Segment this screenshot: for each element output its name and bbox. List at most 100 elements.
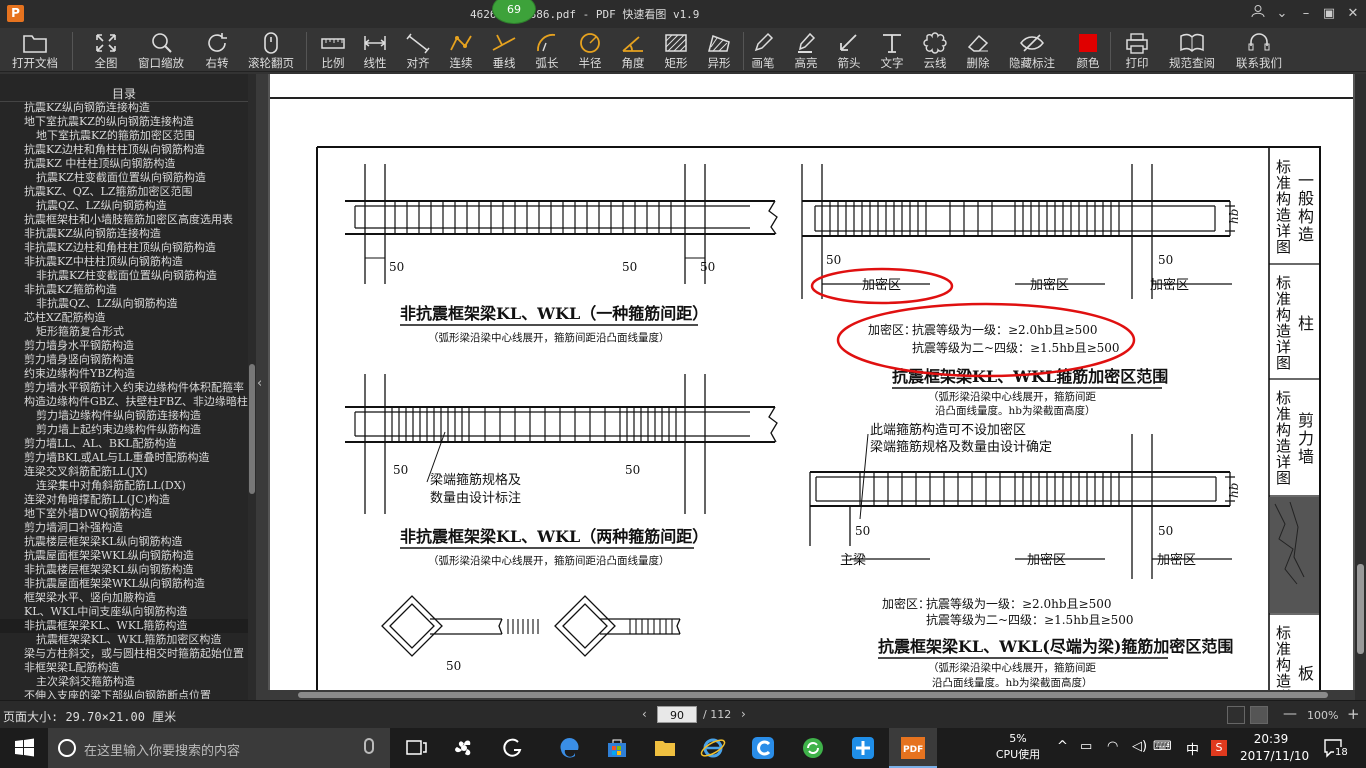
battery-icon[interactable]: ▭ — [1080, 739, 1092, 754]
taskbar-app-fan[interactable] — [440, 728, 488, 768]
tool-color[interactable]: 颜色 — [1066, 30, 1110, 72]
annotation-ellipse-requirement[interactable] — [836, 302, 1136, 378]
toc-item[interactable]: 连梁交叉斜筋配筋LL(JX) — [0, 465, 248, 479]
toc-item[interactable]: 剪力墙LL、AL、BKL配筋构造 — [0, 437, 248, 451]
toc-item[interactable]: 剪力墙身竖向钢筋构造 — [0, 353, 248, 367]
toc-item[interactable]: 抗震KZ柱变截面位置纵向钢筋构造 — [0, 171, 248, 185]
taskbar-app-pdf-viewer[interactable]: PDF — [889, 728, 937, 768]
toc-item[interactable]: 抗震KZ、QZ、LZ箍筋加密区范围 — [0, 185, 248, 199]
tool-fit[interactable]: 全图 — [84, 30, 128, 72]
document-viewport[interactable]: 标准构造详图一般构造标准构造详图柱标准构造详图剪力墙标准构造详图板 50 50 … — [268, 74, 1355, 690]
view-continuous-button[interactable] — [1227, 706, 1245, 724]
toc-item[interactable]: 主次梁斜交箍筋构造 — [0, 675, 248, 689]
volume-icon[interactable]: ◁) — [1132, 739, 1147, 754]
keyboard-icon[interactable]: ⌨ — [1153, 739, 1172, 754]
toc-item[interactable]: 抗震KZ 中柱柱顶纵向钢筋构造 — [0, 157, 248, 171]
toc-scrollbar[interactable] — [248, 74, 256, 700]
tool-hide[interactable]: 隐藏标注 — [1009, 30, 1055, 72]
toc-item[interactable]: 抗震框架梁KL、WKL箍筋加密区构造 — [0, 633, 248, 647]
document-horizontal-scrollbar[interactable] — [268, 690, 1355, 700]
toc-item[interactable]: 非抗震楼层框架梁KL纵向钢筋构造 — [0, 563, 248, 577]
vertical-scrollbar-thumb[interactable] — [1357, 564, 1364, 654]
tool-open[interactable]: 打开文档 — [12, 30, 58, 72]
toc-scrollbar-thumb[interactable] — [249, 364, 255, 494]
taskbar-search[interactable]: 在这里输入你要搜索的内容 — [48, 728, 390, 768]
menu-chevron-icon[interactable]: ⌄ — [1272, 4, 1292, 24]
toc-item[interactable]: 非抗震KZ箍筋构造 — [0, 283, 248, 297]
toc-item[interactable]: 非抗震KZ中柱柱顶纵向钢筋构造 — [0, 255, 248, 269]
document-vertical-scrollbar[interactable] — [1355, 74, 1366, 700]
toc-item[interactable]: 抗震KZ边柱和角柱柱顶纵向钢筋构造 — [0, 143, 248, 157]
taskbar-app-ie[interactable] — [689, 728, 737, 768]
toc-item[interactable]: 地下室外墙DWQ钢筋构造 — [0, 507, 248, 521]
taskbar-app-sogou[interactable] — [739, 728, 787, 768]
toc-item[interactable]: 非框架梁L配筋构造 — [0, 661, 248, 675]
tool-rotate[interactable]: 右转 — [195, 30, 239, 72]
toc-item[interactable]: 框架梁水平、竖向加腋构造 — [0, 591, 248, 605]
toc-item[interactable]: 抗震楼层框架梁KL纵向钢筋构造 — [0, 535, 248, 549]
toc-item[interactable]: 约束边缘构件YBZ构造 — [0, 367, 248, 381]
tool-delete[interactable]: 删除 — [956, 30, 1000, 72]
ime-indicator[interactable]: 中 — [1186, 739, 1199, 758]
tray-expand-icon[interactable]: ^ — [1057, 739, 1068, 754]
sogou-ime-icon[interactable]: S — [1211, 740, 1227, 756]
toc-item[interactable]: 非抗震KZ纵向钢筋连接构造 — [0, 227, 248, 241]
horizontal-scrollbar-thumb[interactable] — [298, 692, 1328, 698]
action-center-button[interactable]: 18 — [1322, 736, 1349, 760]
user-icon[interactable] — [1248, 4, 1268, 24]
microphone-icon[interactable] — [364, 738, 374, 754]
toc-item[interactable]: 剪力墙水平钢筋计入约束边缘构件体积配箍率 — [0, 381, 248, 395]
taskbar-app-explorer[interactable] — [641, 728, 689, 768]
toc-item[interactable]: 抗震QZ、LZ纵向钢筋构造 — [0, 199, 248, 213]
toc-item[interactable]: 芯柱XZ配筋构造 — [0, 311, 248, 325]
cpu-usage-widget[interactable]: 5% CPU使用 — [990, 731, 1046, 763]
toc-item[interactable]: 非抗震框架梁KL、WKL箍筋构造 — [0, 619, 248, 633]
wifi-icon[interactable]: ◠ — [1107, 739, 1118, 754]
start-button[interactable] — [0, 728, 48, 768]
toc-item[interactable]: 非抗震KZ边柱和角柱柱顶纵向钢筋构造 — [0, 241, 248, 255]
tool-spec[interactable]: 规范查阅 — [1169, 30, 1215, 72]
toc-item[interactable]: 非抗震KZ柱变截面位置纵向钢筋构造 — [0, 269, 248, 283]
close-button[interactable]: ✕ — [1343, 4, 1363, 24]
zoom-out-button[interactable]: — — [1283, 706, 1297, 722]
toc-item[interactable]: 抗震框架柱和小墙肢箍筋加密区高度选用表 — [0, 213, 248, 227]
toc-item[interactable]: 抗震KZ纵向钢筋连接构造 — [0, 101, 248, 115]
toc-item[interactable]: 连梁集中对角斜筋配筋LL(DX) — [0, 479, 248, 493]
toc-item[interactable]: 梁与方柱斜交，或与圆柱相交时箍筋起始位置 — [0, 647, 248, 661]
toc-item[interactable]: 地下室抗震KZ的箍筋加密区范围 — [0, 129, 248, 143]
toc-item[interactable]: 地下室抗震KZ的纵向钢筋连接构造 — [0, 115, 248, 129]
view-single-button[interactable] — [1250, 706, 1268, 724]
toc-item[interactable]: 剪力墙身水平钢筋构造 — [0, 339, 248, 353]
toc-item[interactable]: 不伸入支座的梁下部纵向钢筋断点位置 — [0, 689, 248, 699]
task-view-button[interactable] — [392, 728, 440, 768]
page-number-input[interactable]: 90 — [657, 706, 697, 723]
next-page-button[interactable]: › — [741, 707, 746, 721]
toc-item[interactable]: 剪力墙边缘构件纵向钢筋连接构造 — [0, 409, 248, 423]
taskbar-app-edge[interactable] — [545, 728, 593, 768]
taskbar-app-360[interactable] — [789, 728, 837, 768]
taskbar-app-swirl[interactable] — [488, 728, 536, 768]
toc-item[interactable]: 非抗震屋面框架梁WKL纵向钢筋构造 — [0, 577, 248, 591]
toc-item[interactable]: 剪力墙上起约束边缘构件纵筋构造 — [0, 423, 248, 437]
tool-contact[interactable]: 联系我们 — [1236, 30, 1282, 72]
toc-item[interactable]: 剪力墙BKL或AL与LL重叠时配筋构造 — [0, 451, 248, 465]
maximize-button[interactable]: ▣ — [1319, 4, 1339, 24]
tool-window-zoom[interactable]: 窗口缩放 — [138, 30, 184, 72]
toc-item[interactable]: 抗震屋面框架梁WKL纵向钢筋构造 — [0, 549, 248, 563]
taskbar-app-store[interactable] — [593, 728, 641, 768]
tool-scroll-page[interactable]: 滚轮翻页 — [248, 30, 294, 72]
fig4-note-1: （弧形梁沿梁中心线展开，箍筋间距 — [928, 661, 1096, 674]
system-clock[interactable]: 20:39 2017/11/10 — [1240, 731, 1309, 765]
toc-item[interactable]: 非抗震QZ、LZ纵向钢筋构造 — [0, 297, 248, 311]
minimize-button[interactable]: – — [1296, 4, 1316, 24]
toc-item[interactable]: 剪力墙洞口补强构造 — [0, 521, 248, 535]
zoom-in-button[interactable]: + — [1347, 705, 1360, 723]
taskbar-app-tools[interactable] — [839, 728, 887, 768]
toc-item[interactable]: 连梁对角暗撑配筋LL(JC)构造 — [0, 493, 248, 507]
sidebar-collapse-handle[interactable]: ‹ — [256, 74, 268, 700]
prev-page-button[interactable]: ‹ — [642, 707, 647, 721]
tool-print[interactable]: 打印 — [1115, 30, 1159, 72]
toc-item[interactable]: KL、WKL中间支座纵向钢筋构造 — [0, 605, 248, 619]
toc-item[interactable]: 构造边缘构件GBZ、扶壁柱FBZ、非边缘暗柱 — [0, 395, 248, 409]
toc-item[interactable]: 矩形箍筋复合形式 — [0, 325, 248, 339]
